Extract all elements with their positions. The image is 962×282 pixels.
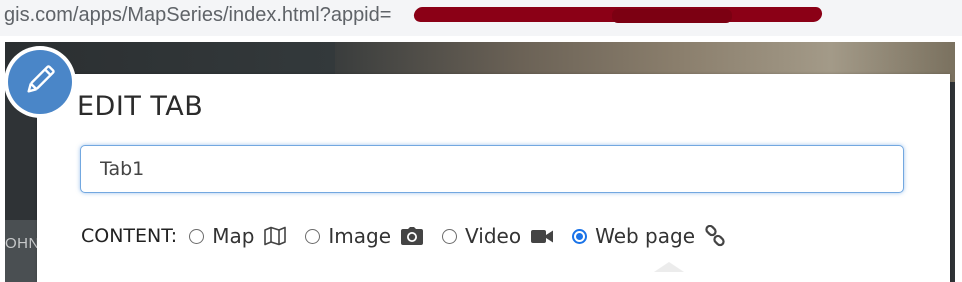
video-radio[interactable] — [442, 228, 458, 244]
content-option-video[interactable]: Video — [442, 224, 554, 248]
content-type-selector: CONTENT: Map Image Video Web page — [81, 221, 744, 251]
pencil-icon — [21, 61, 59, 104]
dialog-title: EDIT TAB — [77, 91, 204, 122]
edit-tab-dialog: EDIT TAB CONTENT: Map Image — [37, 74, 950, 282]
map-radio[interactable] — [189, 228, 205, 244]
map-icon — [263, 226, 287, 246]
content-option-web-page[interactable]: Web page — [572, 224, 726, 248]
browser-address-bar[interactable]: gis.com/apps/MapSeries/index.html?appid= — [0, 0, 962, 36]
video-camera-icon — [530, 226, 554, 246]
url-text[interactable]: gis.com/apps/MapSeries/index.html?appid= — [4, 4, 391, 27]
tab-name-input[interactable] — [80, 145, 904, 193]
background-side-label: OHN — [5, 235, 40, 252]
map-option-label: Map — [212, 224, 255, 248]
content-option-image[interactable]: Image — [305, 224, 424, 248]
edit-badge — [4, 46, 76, 118]
url-redaction-overlay — [612, 9, 732, 23]
pencil-badge-circle — [8, 50, 72, 114]
image-option-label: Image — [328, 224, 392, 248]
dropdown-caret — [654, 262, 684, 272]
web-page-option-label: Web page — [595, 224, 696, 248]
video-option-label: Video — [465, 224, 522, 248]
content-label: CONTENT: — [81, 225, 178, 247]
image-radio[interactable] — [305, 228, 321, 244]
link-icon — [704, 225, 726, 247]
content-option-map[interactable]: Map — [189, 224, 287, 248]
web-page-radio[interactable] — [572, 228, 588, 244]
camera-icon — [400, 226, 424, 246]
